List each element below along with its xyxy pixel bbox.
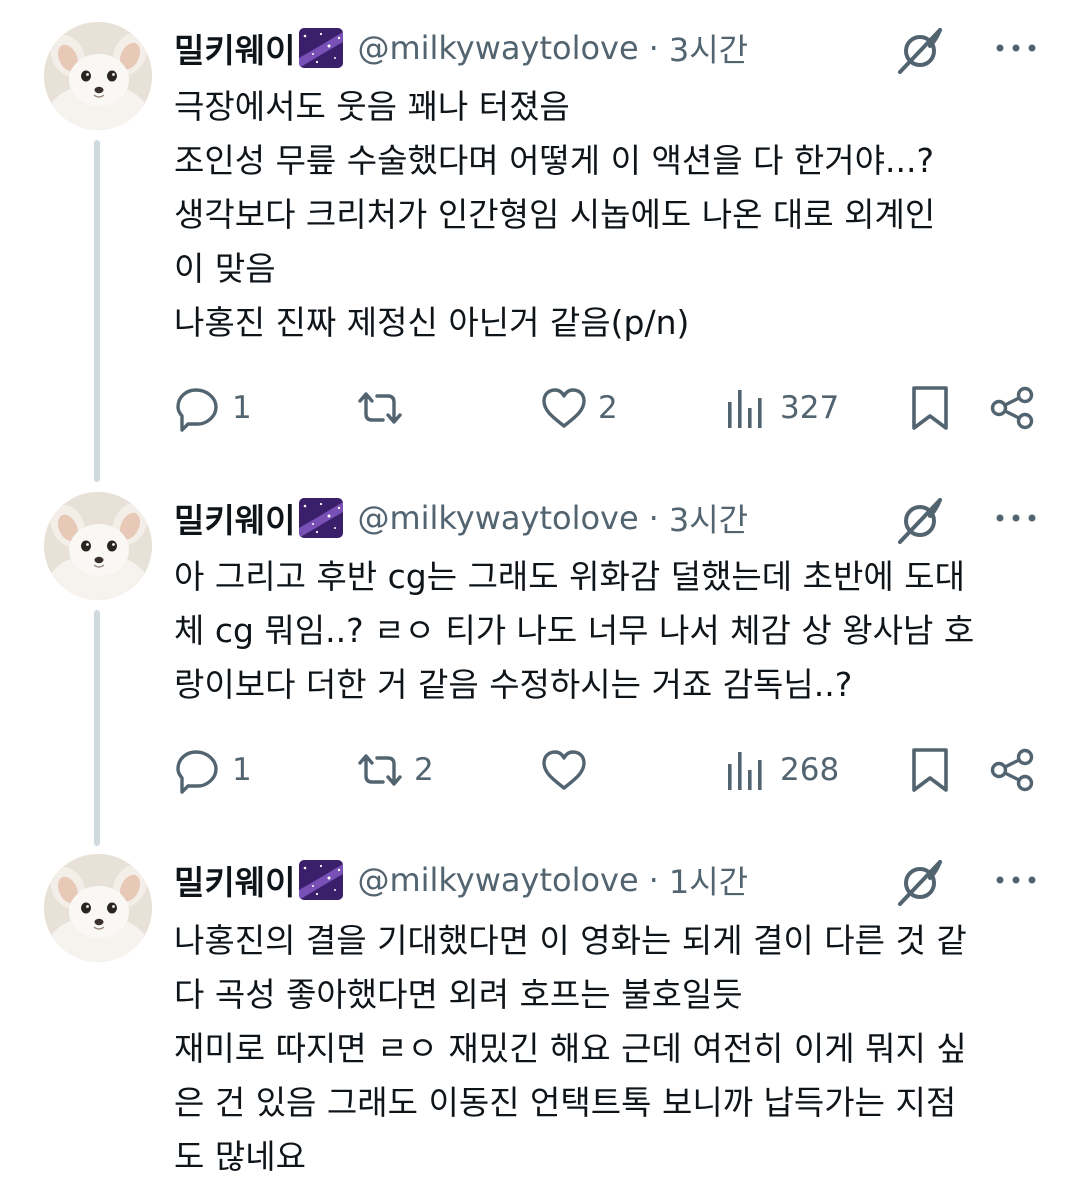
text-line: 나홍진 진짜 제정신 아닌거 같음(p/n) [174,303,690,342]
tweet-text: 아 그리고 후반 cg는 그래도 위화감 덜했는데 초반에 도대 체 cg 뭐임… [174,550,1044,712]
tweet-header: 밀키웨이 @milkywaytolove · 3시간 [174,24,1040,72]
action-bar: 1 2 268 [174,742,1044,798]
reply-count: 1 [232,390,252,426]
view-count: 327 [780,390,840,426]
reply-button[interactable]: 1 [174,380,252,436]
tweet-header: 밀키웨이 @milkywaytolove · 1시간 [174,856,1040,904]
heart-icon [540,746,588,794]
more-dots-icon[interactable] [992,500,1040,536]
views-bar-chart-icon [722,746,770,794]
repost-count: 2 [414,752,434,788]
author-handle[interactable]: @milkywaytolove [357,499,638,537]
repost-button[interactable] [356,380,414,436]
author-name[interactable]: 밀키웨이 [174,24,295,72]
repost-icon [356,384,404,432]
avatar[interactable] [44,22,152,130]
tweet-1[interactable]: 밀키웨이 @milkywaytolove · 3시간 극장에서도 웃음 꽤나 터… [0,0,1080,482]
author-handle[interactable]: @milkywaytolove [357,861,638,899]
views-button[interactable]: 268 [722,742,839,798]
bookmark-icon [906,384,954,432]
more-dots-icon[interactable] [992,30,1040,66]
author-handle[interactable]: @milkywaytolove [357,29,638,67]
share-icon [988,384,1036,432]
reply-button[interactable]: 1 [174,742,252,798]
share-button[interactable] [988,742,1036,798]
text-line: 이 맞음 [174,249,276,288]
heart-icon [540,384,588,432]
bookmark-icon [906,746,954,794]
timestamp[interactable]: 1시간 [669,857,748,903]
avatar[interactable] [44,854,152,962]
grok-icon[interactable] [896,28,944,74]
repost-icon [356,746,404,794]
separator-dot: · [648,499,659,537]
timestamp[interactable]: 3시간 [669,25,748,71]
tweet-3[interactable]: 밀키웨이 @milkywaytolove · 1시간 나홍진의 결을 기대했다면… [0,834,1080,1192]
like-button[interactable] [540,742,598,798]
tweet-text: 나홍진의 결을 기대했다면 이 영화는 되게 결이 다른 것 같 다 곡성 좋아… [174,914,1044,1184]
avatar[interactable] [44,492,152,600]
milky-way-emoji [299,28,343,68]
text-line: 생각보다 크리처가 인간형임 시놉에도 나온 대로 외계인 [174,195,936,234]
repost-button[interactable]: 2 [356,742,434,798]
reply-thread: 밀키웨이 @milkywaytolove · 3시간 극장에서도 웃음 꽤나 터… [0,0,1080,1192]
text-line: 나홍진의 결을 기대했다면 이 영화는 되게 결이 다른 것 같 [174,921,967,960]
like-count: 2 [598,390,618,426]
view-count: 268 [780,752,840,788]
share-icon [988,746,1036,794]
reply-bubble-icon [174,746,222,794]
views-bar-chart-icon [722,384,770,432]
text-line: 극장에서도 웃음 꽤나 터졌음 [174,87,570,126]
text-line: 랑이보다 더한 거 같음 수정하시는 거죠 감독님..? [174,665,853,704]
grok-icon[interactable] [896,498,944,544]
milky-way-emoji [299,860,343,900]
tweet-2[interactable]: 밀키웨이 @milkywaytolove · 3시간 아 그리고 후반 cg는 … [0,470,1080,846]
more-dots-icon[interactable] [992,862,1040,898]
bookmark-button[interactable] [906,742,954,798]
like-button[interactable]: 2 [540,380,618,436]
text-line: 아 그리고 후반 cg는 그래도 위화감 덜했는데 초반에 도대 [174,557,965,596]
milky-way-emoji [299,498,343,538]
grok-icon[interactable] [896,860,944,906]
thread-connector-line [94,140,100,482]
text-line: 조인성 무릎 수술했다며 어떻게 이 액션을 다 한거야...? [174,141,934,180]
separator-dot: · [648,29,659,67]
views-button[interactable]: 327 [722,380,839,436]
text-line: 은 건 있음 그래도 이동진 언택트톡 보니까 납득가는 지점 [174,1083,957,1122]
thread-connector-line [94,610,100,846]
text-line: 체 cg 뭐임..? ㄹㅇ 티가 나도 너무 나서 체감 상 왕사남 호 [174,611,975,650]
author-name[interactable]: 밀키웨이 [174,856,295,904]
action-bar: 1 2 327 [174,380,1044,436]
timestamp[interactable]: 3시간 [669,495,748,541]
share-button[interactable] [988,380,1036,436]
text-line: 재미로 따지면 ㄹㅇ 재밌긴 해요 근데 여전히 이게 뭐지 싶 [174,1029,967,1068]
bookmark-button[interactable] [906,380,954,436]
separator-dot: · [648,861,659,899]
reply-bubble-icon [174,384,222,432]
tweet-text: 극장에서도 웃음 꽤나 터졌음 조인성 무릎 수술했다며 어떻게 이 액션을 다… [174,80,1044,350]
author-name[interactable]: 밀키웨이 [174,494,295,542]
reply-count: 1 [232,752,252,788]
text-line: 도 많네요 [174,1137,306,1176]
text-line: 다 곡성 좋아했다면 외려 호프는 불호일듯 [174,975,743,1014]
tweet-header: 밀키웨이 @milkywaytolove · 3시간 [174,494,1040,542]
